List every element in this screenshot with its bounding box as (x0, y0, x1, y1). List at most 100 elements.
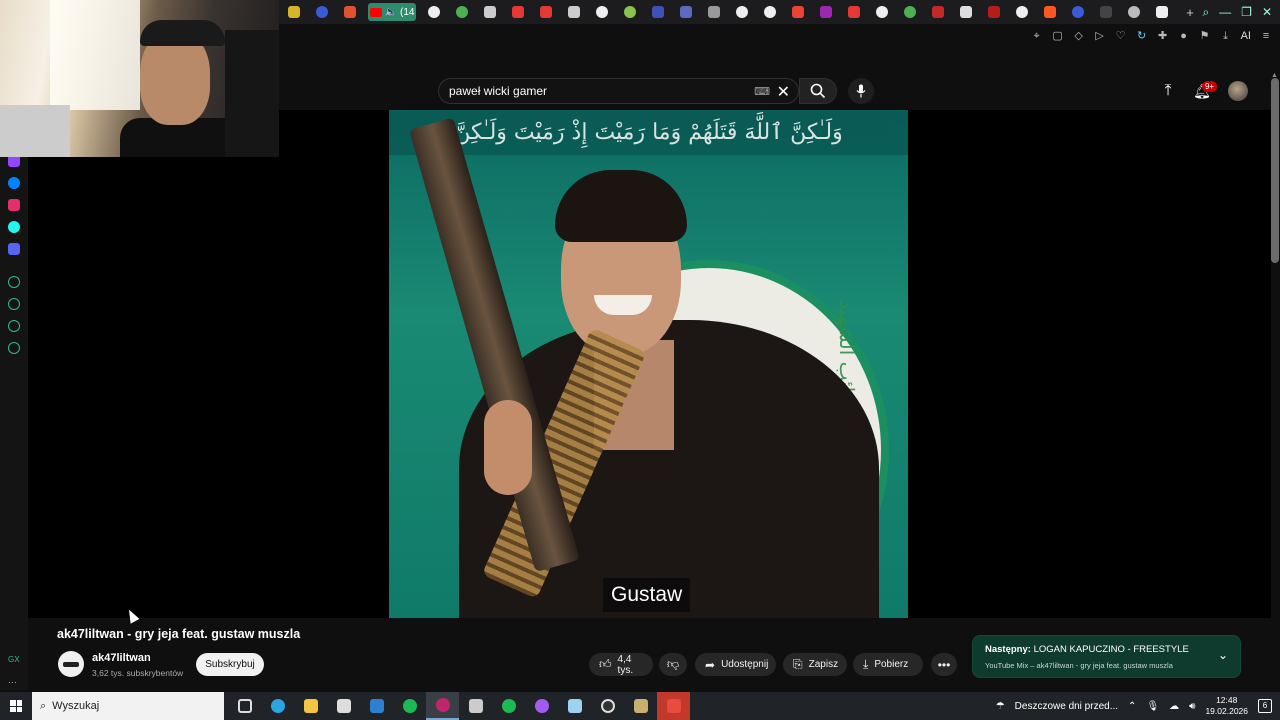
opera-gx-icon[interactable] (426, 692, 459, 720)
obs-icon[interactable] (591, 692, 624, 720)
tab-icon[interactable] (1064, 0, 1092, 24)
flag-icon[interactable]: ⚑ (1199, 30, 1211, 42)
lightning-app-icon[interactable] (657, 692, 690, 720)
tab-icon[interactable] (924, 0, 952, 24)
play-icon[interactable]: ▷ (1094, 30, 1106, 42)
history-icon[interactable] (8, 298, 20, 310)
chevron-down-icon[interactable]: ⌄ (1218, 648, 1228, 662)
screenshot-icon[interactable]: ▢ (1052, 30, 1064, 42)
tab-icon[interactable] (588, 0, 616, 24)
spotify-icon[interactable] (492, 692, 525, 720)
chevron-up-icon[interactable]: ⌃ (1128, 701, 1136, 712)
voice-search-button[interactable] (848, 78, 874, 104)
tab-icon[interactable] (644, 0, 672, 24)
new-tab-icon[interactable]: + (1176, 0, 1204, 24)
tab-icon[interactable] (308, 0, 336, 24)
tab-icon[interactable] (896, 0, 924, 24)
account-avatar[interactable] (1228, 81, 1248, 101)
tab-icon[interactable] (700, 0, 728, 24)
tab-icon[interactable] (1120, 0, 1148, 24)
tab-icon[interactable] (728, 0, 756, 24)
close-icon[interactable]: ✕ (1262, 5, 1272, 19)
page-scrollbar[interactable] (1271, 78, 1279, 263)
video-frame[interactable]: وَلَـٰكِنَّ ٱللَّهَ قَتَلَهُمْ وَمَا رَم… (389, 110, 908, 618)
tab-icon[interactable] (840, 0, 868, 24)
download-icon[interactable]: ⤓ (1220, 30, 1232, 42)
shield-icon[interactable]: ◇ (1073, 30, 1085, 42)
clock[interactable]: 12:48 19.02.2026 (1205, 695, 1248, 717)
extensions-icon[interactable] (8, 320, 20, 332)
tab-icon[interactable] (672, 0, 700, 24)
clear-search-icon[interactable]: ✕ (777, 82, 790, 102)
tab-icon[interactable] (980, 0, 1008, 24)
tab-icon[interactable] (336, 0, 364, 24)
keyboard-icon[interactable]: ⌨ (754, 85, 770, 98)
app-icon[interactable] (624, 692, 657, 720)
taskbar-search-input[interactable]: ⌕ Wyszukaj (32, 692, 224, 720)
subscribe-button[interactable]: Subskrybuj (196, 653, 264, 676)
tab-icon[interactable] (616, 0, 644, 24)
tab-icon[interactable] (504, 0, 532, 24)
more-actions-button[interactable]: ••• (931, 653, 957, 676)
dislike-button[interactable]: 👎︎ (659, 653, 687, 676)
microphone-icon[interactable]: 🎙︎ (1146, 701, 1159, 712)
restore-icon[interactable]: ❐ (1241, 5, 1252, 19)
player-icon[interactable] (8, 276, 20, 288)
app-icon[interactable] (558, 692, 591, 720)
tab-icon[interactable] (868, 0, 896, 24)
share-button[interactable]: ➦ Udostępnij (695, 653, 776, 676)
profile-icon[interactable]: ● (1178, 30, 1190, 42)
download-button[interactable]: ⤓ Pobierz (853, 653, 923, 676)
store-icon[interactable] (327, 692, 360, 720)
tab-icon[interactable] (1148, 0, 1176, 24)
discord-icon[interactable] (8, 243, 20, 255)
tab-icon[interactable] (280, 0, 308, 24)
weather-icon[interactable]: ☂ (996, 701, 1005, 712)
menu-icon[interactable]: ≡ (1260, 30, 1272, 42)
edge-icon[interactable] (261, 692, 294, 720)
search-icon[interactable]: ⌕ (1202, 5, 1209, 20)
network-icon[interactable]: ☁ (1169, 701, 1179, 712)
pin-icon[interactable]: ⌖ (1031, 30, 1043, 42)
tab-icon[interactable] (448, 0, 476, 24)
upload-icon[interactable]: ⤒ (1160, 82, 1176, 100)
channel-avatar[interactable] (58, 651, 84, 677)
tab-icon[interactable] (1008, 0, 1036, 24)
tab-icon[interactable] (784, 0, 812, 24)
gx-icon[interactable]: GX (8, 655, 20, 667)
tab-icon[interactable] (532, 0, 560, 24)
like-button[interactable]: 👍︎ 4,4 tys. (589, 653, 653, 676)
tab-icon[interactable] (560, 0, 588, 24)
search-input[interactable]: paweł wicki gamer ⌨ ✕ (438, 78, 799, 104)
tab-icon[interactable] (1036, 0, 1064, 24)
mail-icon[interactable] (360, 692, 393, 720)
start-button[interactable] (0, 692, 32, 720)
tab-icon[interactable] (812, 0, 840, 24)
tab-icon[interactable] (420, 0, 448, 24)
up-next-card[interactable]: Następny: LOGAN KAPUCZINO - FREESTYLE Yo… (972, 635, 1241, 678)
tiktok-icon[interactable] (8, 221, 20, 233)
notification-center-icon[interactable]: 6 (1258, 699, 1272, 713)
settings-icon[interactable] (8, 342, 20, 354)
heart-icon[interactable]: ♡ (1115, 30, 1127, 42)
tab-icon[interactable] (756, 0, 784, 24)
tab-icon[interactable] (476, 0, 504, 24)
channel-name[interactable]: ak47liltwan (92, 652, 151, 664)
more-icon[interactable]: ··· (8, 677, 20, 689)
notepad-icon[interactable] (459, 692, 492, 720)
ai-button[interactable]: AI (1241, 30, 1251, 42)
instagram-icon[interactable] (8, 199, 20, 211)
tab-icon[interactable] (1092, 0, 1120, 24)
save-button[interactable]: ⎘ Zapisz (783, 653, 847, 676)
messenger-icon[interactable] (8, 177, 20, 189)
messenger-icon[interactable] (525, 692, 558, 720)
search-button[interactable] (799, 78, 837, 104)
weather-text[interactable]: Deszczowe dni przed... (1015, 701, 1118, 712)
spotify-icon[interactable] (393, 692, 426, 720)
file-explorer-icon[interactable] (294, 692, 327, 720)
volume-icon[interactable]: 🔊︎ (1189, 701, 1195, 712)
tab-active-youtube[interactable]: 🔈 (14 (368, 3, 416, 21)
tab-icon[interactable] (952, 0, 980, 24)
task-view-icon[interactable] (228, 692, 261, 720)
extension-icon[interactable]: ✚ (1157, 30, 1169, 42)
